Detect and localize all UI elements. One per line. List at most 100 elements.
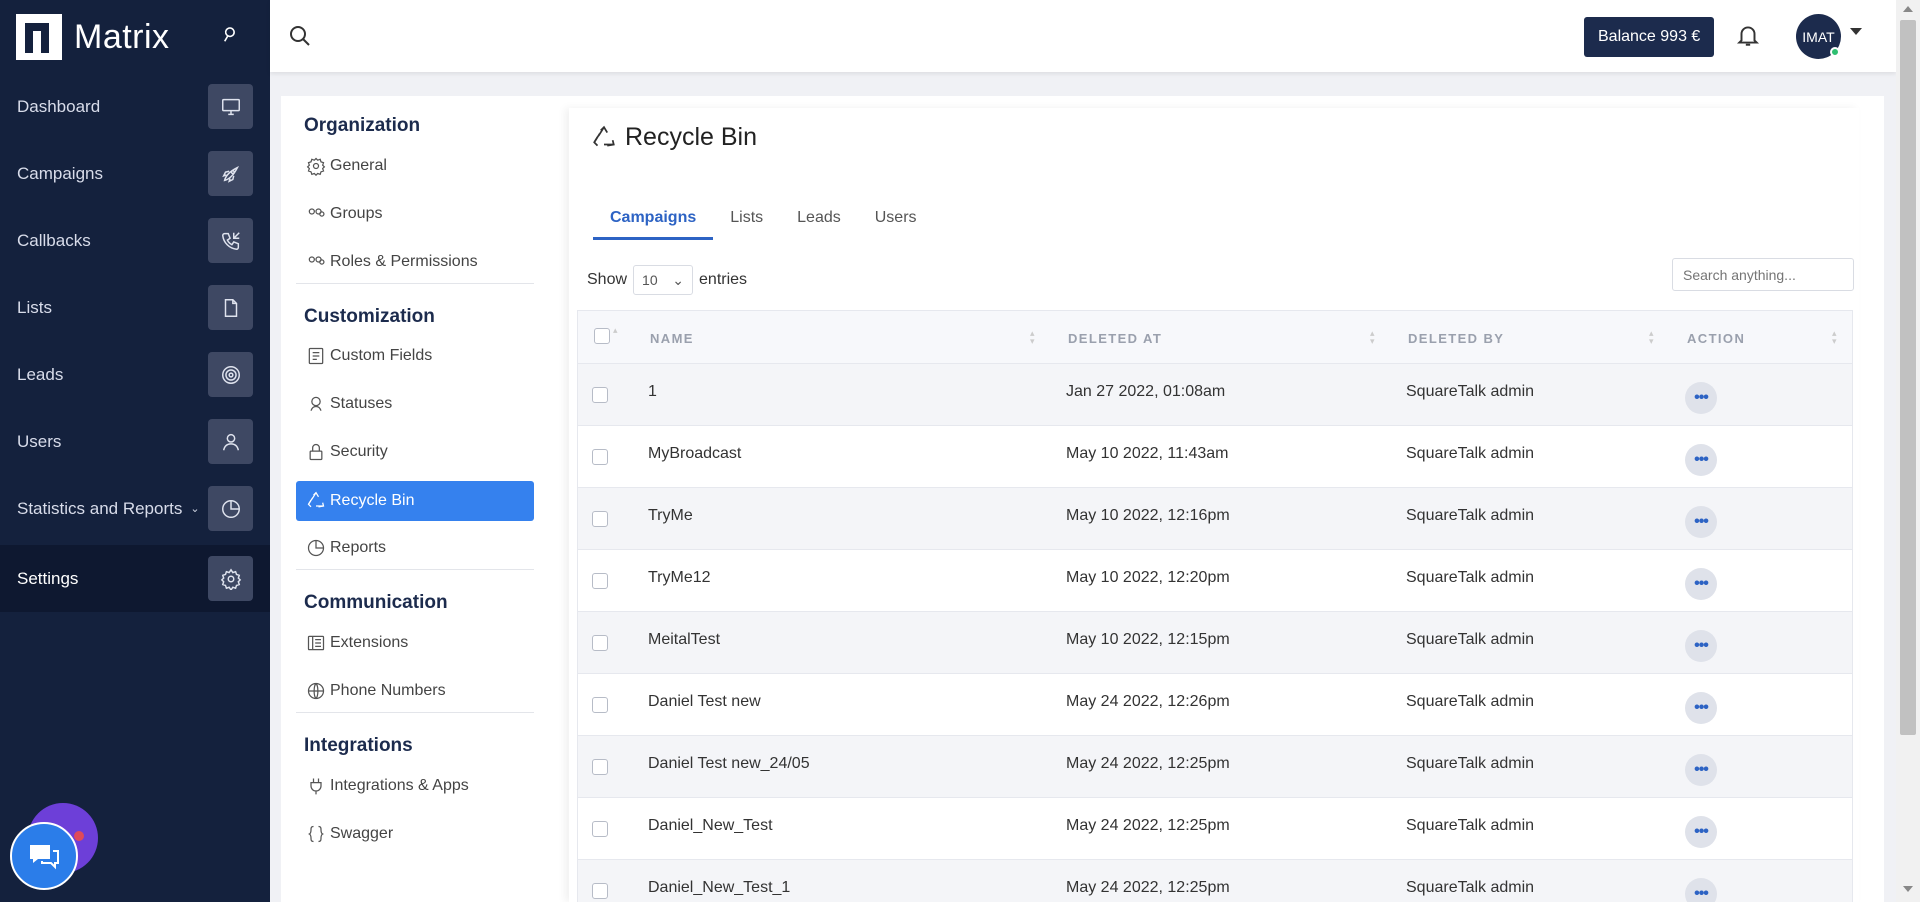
table-row: Daniel Test new May 24 2022, 12:26pm Squ… xyxy=(577,674,1853,736)
entries-value: 10 xyxy=(642,272,658,288)
settings-item-label: General xyxy=(330,157,387,174)
bell-icon[interactable] xyxy=(1735,22,1761,48)
row-checkbox[interactable] xyxy=(592,573,608,589)
sidebar-item-users[interactable]: Users xyxy=(0,408,270,475)
row-checkbox[interactable] xyxy=(592,449,608,465)
chat-icon[interactable] xyxy=(10,822,78,890)
gear-icon xyxy=(208,556,253,601)
settings-item-general[interactable]: General xyxy=(296,146,534,186)
settings-item-label: Extensions xyxy=(330,634,409,651)
more-dots-icon[interactable]: ••• xyxy=(1685,878,1717,902)
column-header-name[interactable]: NAME xyxy=(650,331,694,346)
divider xyxy=(296,283,534,284)
more-dots-icon[interactable]: ••• xyxy=(1685,630,1717,662)
more-dots-icon[interactable]: ••• xyxy=(1685,816,1717,848)
settings-item-custom-fields[interactable]: Custom Fields xyxy=(296,336,534,376)
scrollbar[interactable] xyxy=(1896,0,1920,902)
settings-item-integrations-apps[interactable]: Integrations & Apps xyxy=(296,766,534,806)
row-checkbox[interactable] xyxy=(592,387,608,403)
globe-icon xyxy=(307,682,325,700)
braces-icon xyxy=(307,825,325,843)
settings-item-label: Swagger xyxy=(330,825,394,842)
settings-item-security[interactable]: Security xyxy=(296,432,534,472)
sidebar-item-statistics[interactable]: Statistics and Reports ⌄ xyxy=(0,475,270,542)
cell-deleted-by: SquareTalk admin xyxy=(1406,569,1535,586)
sidebar-item-dashboard[interactable]: Dashboard xyxy=(0,73,270,140)
more-dots-icon[interactable]: ••• xyxy=(1685,568,1717,600)
cell-deleted-by: SquareTalk admin xyxy=(1406,445,1535,462)
settings-item-groups[interactable]: Groups xyxy=(296,194,534,234)
table-row: MyBroadcast May 10 2022, 11:43am SquareT… xyxy=(577,426,1853,488)
select-all-checkbox[interactable] xyxy=(594,328,610,344)
settings-item-statuses[interactable]: Statuses xyxy=(296,384,534,424)
page-title-text: Recycle Bin xyxy=(625,123,757,151)
sidebar-item-callbacks[interactable]: Callbacks xyxy=(0,207,270,274)
more-dots-icon[interactable]: ••• xyxy=(1685,382,1717,414)
gear-icon xyxy=(306,157,326,176)
scroll-thumb[interactable] xyxy=(1900,20,1916,735)
document-icon xyxy=(208,285,253,330)
scroll-up-arrow-icon[interactable] xyxy=(1903,6,1913,12)
sidebar-item-settings[interactable]: Settings xyxy=(0,545,270,612)
row-checkbox[interactable] xyxy=(592,759,608,775)
extensions-icon xyxy=(307,635,325,651)
tab-campaigns[interactable]: Campaigns xyxy=(593,200,714,240)
search-icon[interactable] xyxy=(288,24,312,48)
row-checkbox[interactable] xyxy=(592,883,608,899)
row-checkbox[interactable] xyxy=(592,821,608,837)
settings-item-reports[interactable]: Reports xyxy=(296,528,534,568)
cell-name: 1 xyxy=(648,383,657,400)
pin-icon[interactable]: ⚲ xyxy=(218,22,239,47)
row-checkbox[interactable] xyxy=(592,511,608,527)
settings-item-extensions[interactable]: Extensions xyxy=(296,623,534,663)
scroll-down-arrow-icon[interactable] xyxy=(1903,886,1913,892)
settings-item-phone-numbers[interactable]: Phone Numbers xyxy=(296,671,534,711)
settings-item-roles[interactable]: Roles & Permissions xyxy=(296,242,534,282)
tab-users[interactable]: Users xyxy=(858,200,934,240)
balance-button[interactable]: Balance 993 € xyxy=(1584,17,1715,57)
settings-item-swagger[interactable]: Swagger xyxy=(296,814,534,854)
table-row: Daniel Test new_24/05 May 24 2022, 12:25… xyxy=(577,736,1853,798)
cell-deleted-by: SquareTalk admin xyxy=(1406,507,1535,524)
settings-nav: Organization General Groups Roles & Perm… xyxy=(296,96,536,902)
table-header: ▴ NAME ▴ ▾ DELETED AT ▴ ▾ DELETED BY ▴ ▾ AC… xyxy=(577,310,1853,364)
tab-leads[interactable]: Leads xyxy=(780,200,858,240)
sort-icon[interactable]: ▴ xyxy=(613,326,618,335)
chevron-down-icon: ⌄ xyxy=(672,271,685,288)
rocket-icon xyxy=(208,151,253,196)
column-header-deleted-by[interactable]: DELETED BY xyxy=(1408,331,1504,346)
sidebar-item-lists[interactable]: Lists xyxy=(0,274,270,341)
entries-select[interactable]: 10 ⌄ xyxy=(633,265,694,295)
logo[interactable]: Matrix xyxy=(16,13,186,61)
cell-deleted-at: May 10 2022, 12:20pm xyxy=(1066,569,1230,586)
sidebar-item-leads[interactable]: Leads xyxy=(0,341,270,408)
row-checkbox[interactable] xyxy=(592,635,608,651)
sort-icon[interactable]: ▴ ▾ xyxy=(1030,329,1035,346)
sidebar-item-campaigns[interactable]: Campaigns xyxy=(0,140,270,207)
more-dots-icon[interactable]: ••• xyxy=(1685,692,1717,724)
settings-item-label: Statuses xyxy=(330,395,393,412)
logo-mark xyxy=(16,14,62,60)
column-header-action: ACTION xyxy=(1687,331,1746,346)
recycle-icon xyxy=(593,125,615,146)
more-dots-icon[interactable]: ••• xyxy=(1685,444,1717,476)
row-checkbox[interactable] xyxy=(592,697,608,713)
page-title: Recycle Bin xyxy=(591,123,757,152)
table-row: Daniel_New_Test_1 May 24 2022, 12:25pm S… xyxy=(577,860,1853,902)
column-header-deleted-at[interactable]: DELETED AT xyxy=(1068,331,1162,346)
cell-deleted-by: SquareTalk admin xyxy=(1406,631,1535,648)
sidebar-item-label: Leads xyxy=(17,364,64,384)
sort-icon[interactable]: ▴ ▾ xyxy=(1832,329,1837,346)
sort-icon[interactable]: ▴ ▾ xyxy=(1370,329,1375,346)
sidebar-item-label: Lists xyxy=(17,297,52,317)
cell-deleted-at: May 24 2022, 12:25pm xyxy=(1066,755,1230,772)
tab-lists[interactable]: Lists xyxy=(713,200,780,240)
divider xyxy=(296,569,534,570)
more-dots-icon[interactable]: ••• xyxy=(1685,754,1717,786)
caret-down-icon[interactable] xyxy=(1850,28,1862,35)
more-dots-icon[interactable]: ••• xyxy=(1685,506,1717,538)
section-heading-customization: Customization xyxy=(304,306,435,327)
settings-item-recycle-bin[interactable]: Recycle Bin xyxy=(296,481,534,521)
search-input[interactable] xyxy=(1672,258,1854,291)
sort-icon[interactable]: ▴ ▾ xyxy=(1649,329,1654,346)
